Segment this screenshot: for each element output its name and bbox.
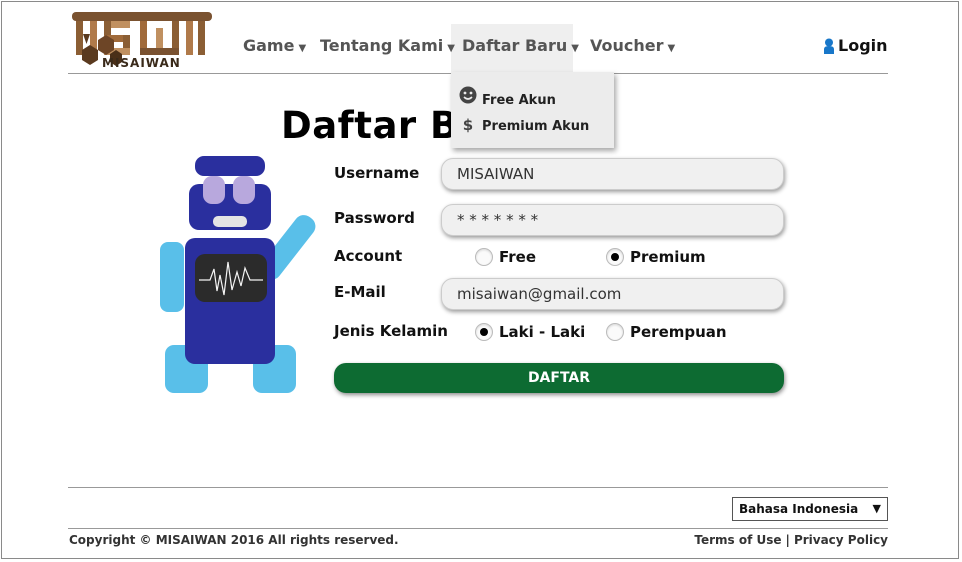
account-label: Account xyxy=(334,247,403,265)
dropdown-item-free-akun[interactable]: Free Akun xyxy=(459,86,556,108)
caret-down-icon: ▼ xyxy=(447,43,455,54)
username-input[interactable] xyxy=(441,158,784,190)
nav-item-label: Voucher xyxy=(590,36,664,55)
daftar-baru-dropdown: Free Akun $ Premium Akun xyxy=(451,72,614,148)
username-label: Username xyxy=(334,164,420,182)
language-select[interactable]: Bahasa Indonesia ▼ xyxy=(732,497,888,521)
nav-item-label: Tentang Kami xyxy=(320,36,444,55)
login-label: Login xyxy=(838,36,888,55)
privacy-link[interactable]: Privacy Policy xyxy=(794,533,888,547)
footer-separator: | xyxy=(785,533,790,547)
dollar-icon: $ xyxy=(462,116,474,134)
password-label: Password xyxy=(334,209,415,227)
terms-link[interactable]: Terms of Use xyxy=(694,533,781,547)
caret-down-icon: ▼ xyxy=(571,43,579,54)
login-link[interactable]: Login xyxy=(823,36,888,55)
email-label: E-Mail xyxy=(334,283,386,301)
caret-down-icon: ▼ xyxy=(667,43,676,54)
caret-down-icon: ▼ xyxy=(298,43,307,54)
dropdown-item-label: Free Akun xyxy=(482,93,556,108)
password-input[interactable] xyxy=(441,204,784,236)
radio-label: Premium xyxy=(630,248,706,266)
nav-item-label: Game xyxy=(243,36,295,55)
language-select-value: Bahasa Indonesia xyxy=(739,502,859,516)
copyright-text: Copyright © MISAIWAN 2016 All rights res… xyxy=(69,533,399,547)
gender-label: Jenis Kelamin xyxy=(334,322,448,340)
footer-divider-bottom xyxy=(68,528,888,529)
radio-button[interactable] xyxy=(606,323,624,341)
logo-text: MISAIWAN xyxy=(102,56,181,70)
account-radio-free[interactable]: Free xyxy=(475,248,536,266)
gender-radio-perempuan[interactable]: Perempuan xyxy=(606,323,727,341)
radio-button[interactable] xyxy=(475,248,493,266)
radio-label: Perempuan xyxy=(630,323,727,341)
nav-item-label: Daftar Baru xyxy=(462,36,568,55)
user-icon xyxy=(824,38,834,54)
nav-item-tentang-kami[interactable]: Tentang Kami ▼ xyxy=(320,36,455,55)
nav-item-daftar-baru[interactable]: Daftar Baru ▼ xyxy=(462,36,579,55)
logo[interactable]: MISAIWAN xyxy=(70,10,215,72)
nav-item-voucher[interactable]: Voucher ▼ xyxy=(590,36,675,55)
dropdown-item-label: Premium Akun xyxy=(482,119,590,134)
gender-radio-laki-laki[interactable]: Laki - Laki xyxy=(475,323,585,341)
footer-divider-top xyxy=(68,487,888,488)
footer-links: Terms of Use | Privacy Policy xyxy=(694,533,888,547)
daftar-button[interactable]: DAFTAR xyxy=(334,363,784,393)
smiley-icon xyxy=(459,86,477,108)
radio-label: Laki - Laki xyxy=(499,323,586,341)
radio-button[interactable] xyxy=(475,323,493,341)
chevron-down-icon: ▼ xyxy=(872,502,881,515)
nav-item-game[interactable]: Game ▼ xyxy=(243,36,306,55)
radio-button[interactable] xyxy=(606,248,624,266)
dropdown-item-premium-akun[interactable]: $ Premium Akun xyxy=(459,116,590,134)
email-input[interactable] xyxy=(441,278,784,310)
account-radio-premium[interactable]: Premium xyxy=(606,248,706,266)
radio-label: Free xyxy=(499,248,537,266)
robot-illustration xyxy=(155,150,335,404)
